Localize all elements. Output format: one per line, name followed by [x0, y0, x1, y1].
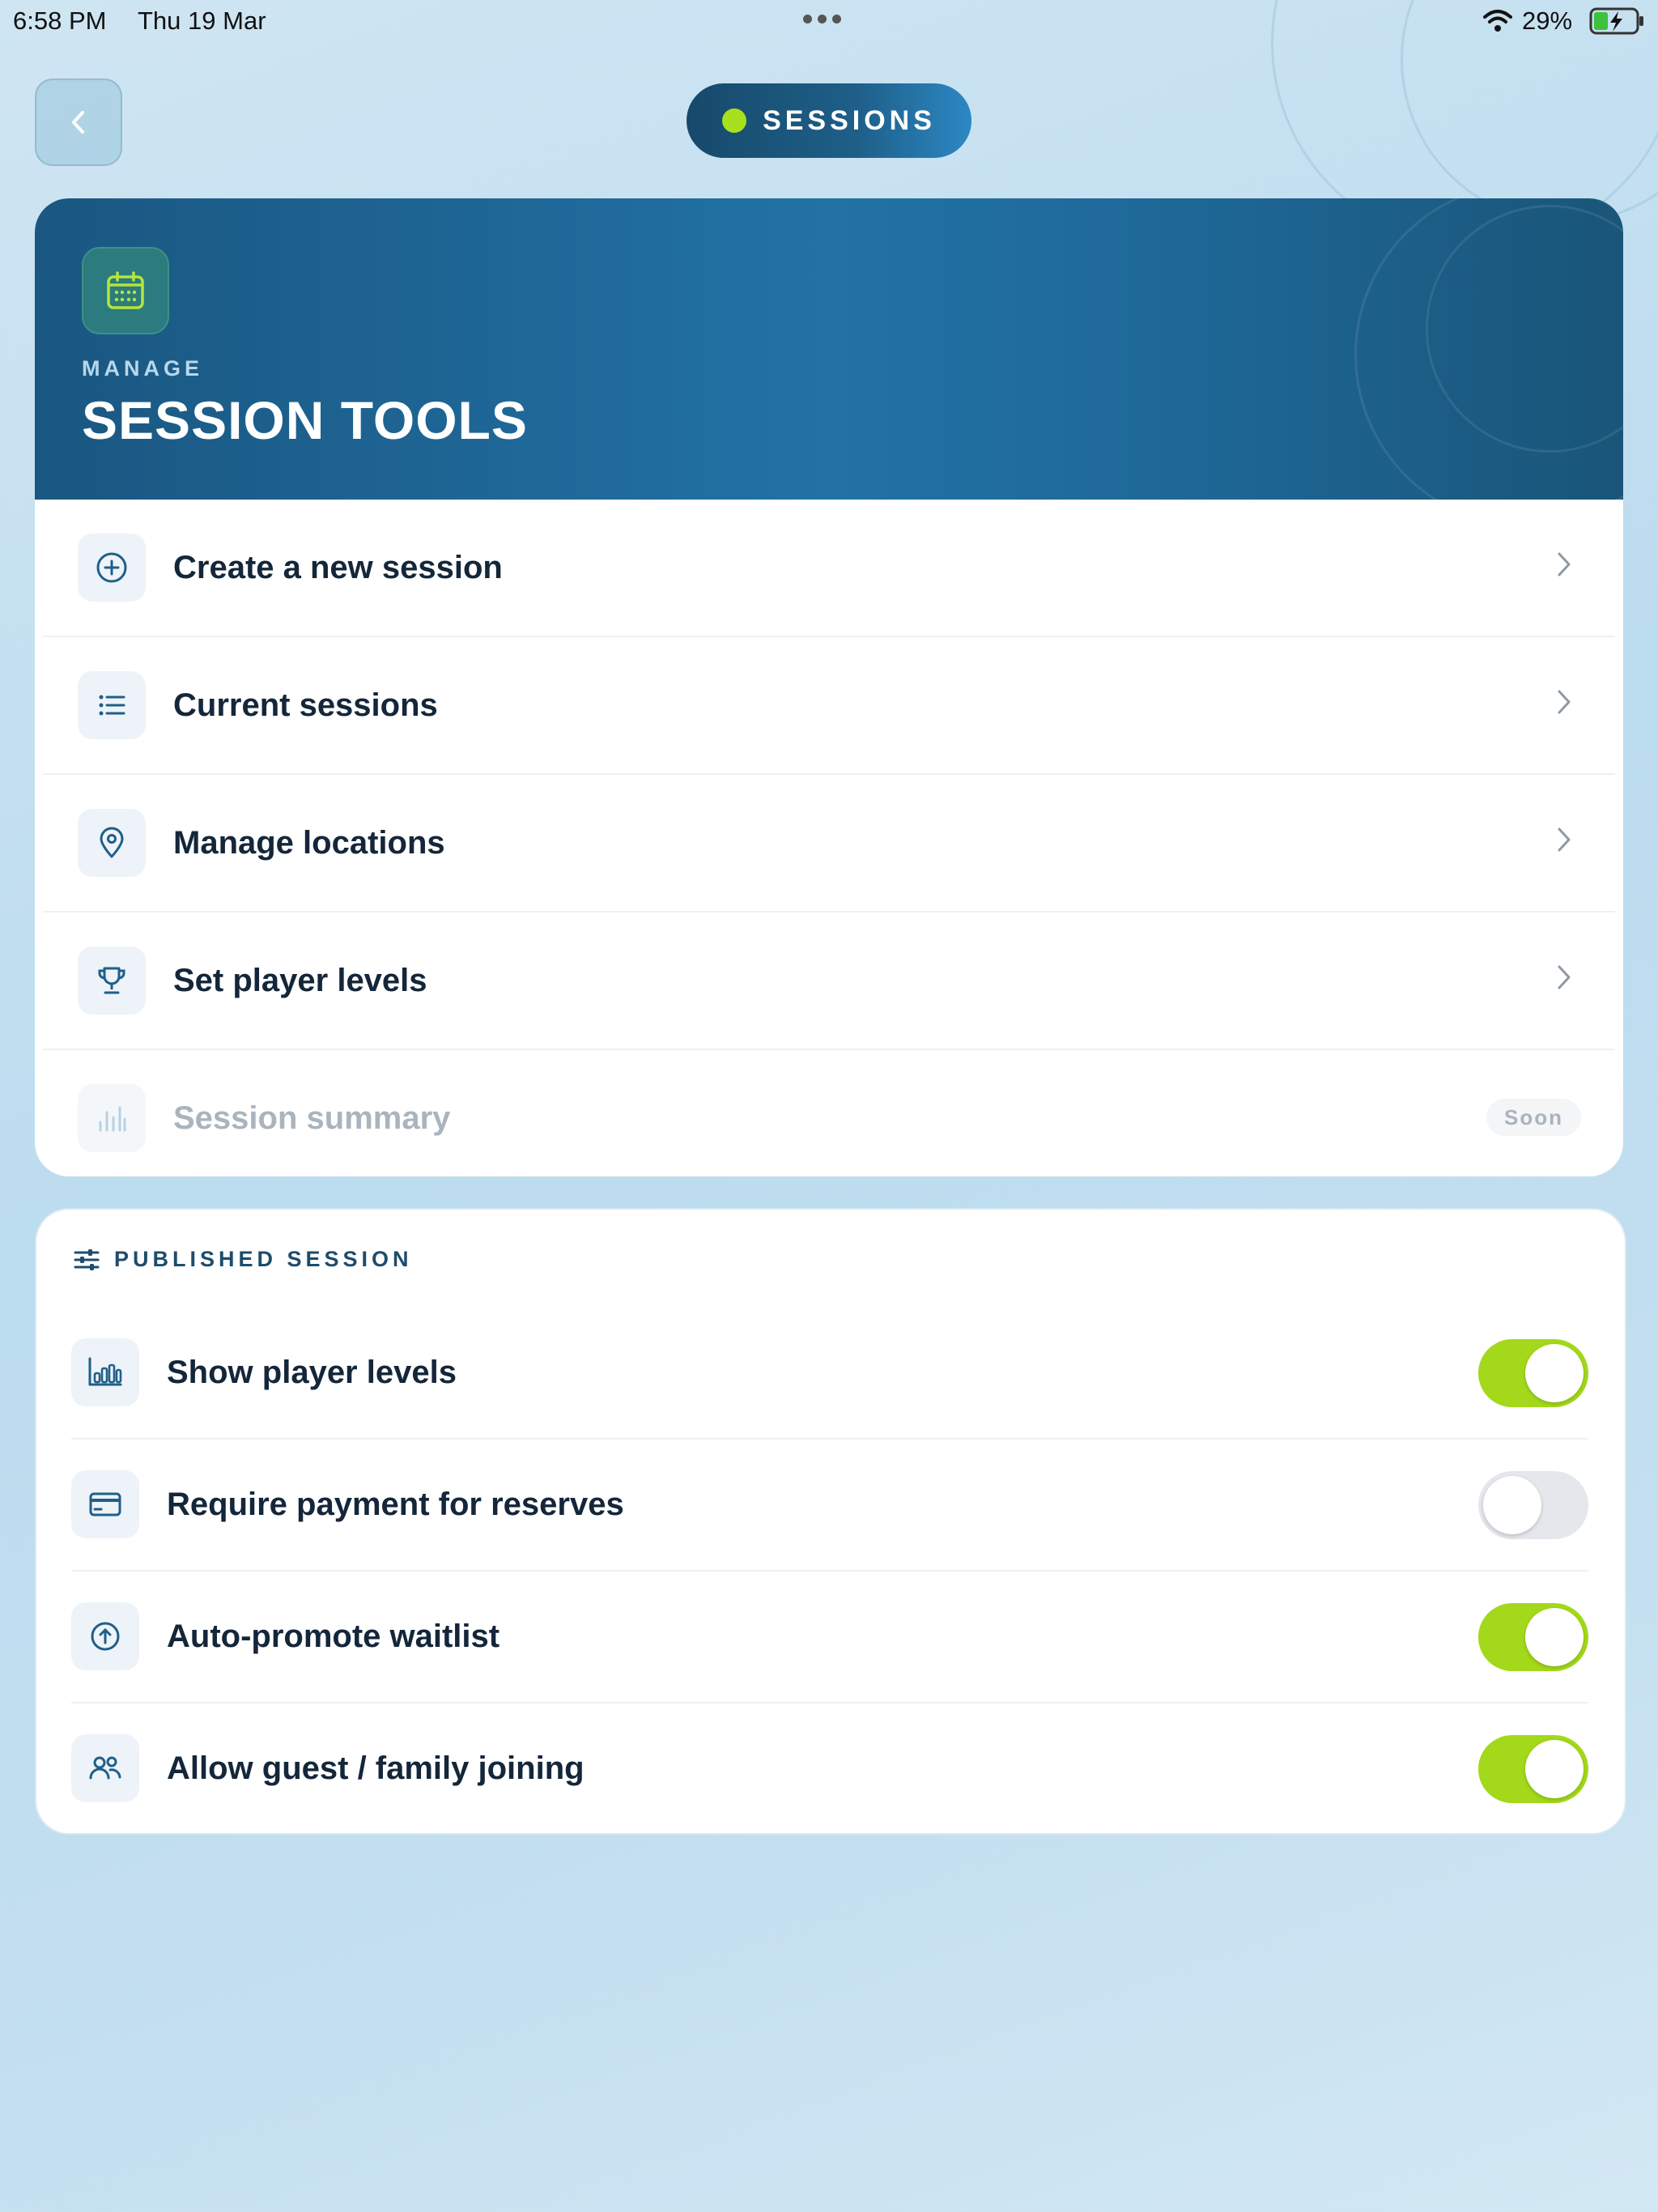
calendar-icon	[82, 247, 169, 334]
chevron-right-icon	[1558, 552, 1571, 576]
row-label: Set player levels	[173, 962, 427, 998]
battery-percentage: 29%	[1522, 6, 1573, 35]
auto-promote-toggle[interactable]	[1478, 1603, 1588, 1671]
bar-chart-icon	[78, 1084, 146, 1152]
session-summary-row: Session summary Soon	[43, 1050, 1615, 1176]
row-label: Show player levels	[167, 1354, 457, 1390]
sliders-icon	[74, 1249, 100, 1270]
pill-label: SESSIONS	[763, 104, 936, 136]
toggle-knob	[1483, 1476, 1541, 1534]
manage-locations-row[interactable]: Manage locations	[43, 775, 1615, 912]
trophy-icon	[78, 946, 146, 1015]
battery-charging-icon	[1589, 7, 1643, 35]
header-kicker: MANAGE	[82, 356, 203, 381]
setting-show-player-levels: Show player levels	[71, 1307, 1588, 1440]
toggle-knob	[1525, 1344, 1584, 1402]
section-header: PUBLISHED SESSION	[74, 1247, 413, 1272]
back-button[interactable]	[35, 79, 122, 166]
current-sessions-row[interactable]: Current sessions	[43, 637, 1615, 775]
status-time: 6:58 PM	[13, 6, 107, 35]
setting-auto-promote: Auto-promote waitlist	[71, 1571, 1588, 1704]
set-player-levels-row[interactable]: Set player levels	[43, 912, 1615, 1050]
row-label: Require payment for reserves	[167, 1486, 624, 1522]
chevron-right-icon	[1558, 690, 1571, 714]
section-title: PUBLISHED SESSION	[114, 1247, 413, 1271]
users-icon	[71, 1734, 139, 1802]
arrow-up-circle-icon	[71, 1602, 139, 1670]
status-bar: 6:58 PM Thu 19 Mar 29%	[0, 0, 1658, 42]
list-icon	[78, 671, 146, 739]
row-label: Manage locations	[173, 824, 445, 861]
allow-guest-toggle[interactable]	[1478, 1735, 1588, 1803]
published-session-card: PUBLISHED SESSION Show player levels Req…	[35, 1208, 1626, 1835]
plus-circle-icon	[78, 534, 146, 602]
show-player-levels-toggle[interactable]	[1478, 1339, 1588, 1407]
wifi-icon	[1483, 10, 1512, 32]
status-dot	[722, 108, 747, 133]
status-date: Thu 19 Mar	[138, 6, 266, 35]
toggle-knob	[1525, 1608, 1584, 1666]
setting-allow-guest: Allow guest / family joining	[71, 1703, 1588, 1833]
row-label: Auto-promote waitlist	[167, 1618, 500, 1654]
soon-badge: Soon	[1486, 1099, 1581, 1136]
require-payment-toggle[interactable]	[1478, 1471, 1588, 1539]
chevron-left-icon	[72, 111, 84, 134]
session-tools-header: MANAGE SESSION TOOLS	[35, 198, 1623, 500]
row-label: Session summary	[173, 1100, 451, 1136]
map-pin-icon	[78, 809, 146, 877]
setting-require-payment: Require payment for reserves	[71, 1439, 1588, 1572]
row-label: Create a new session	[173, 549, 503, 585]
row-label: Allow guest / family joining	[167, 1750, 585, 1786]
session-tools-card: MANAGE SESSION TOOLS Create a new sessio…	[35, 198, 1623, 1176]
multitasking-dots-icon[interactable]	[803, 15, 841, 23]
row-label: Current sessions	[173, 687, 438, 723]
toggle-knob	[1525, 1740, 1584, 1798]
credit-card-icon	[71, 1470, 139, 1538]
chevron-right-icon	[1558, 827, 1571, 852]
sessions-pill: SESSIONS	[687, 83, 971, 158]
bar-chart-icon	[71, 1338, 139, 1406]
page-title: SESSION TOOLS	[82, 390, 528, 450]
create-session-row[interactable]: Create a new session	[43, 500, 1615, 637]
chevron-right-icon	[1558, 965, 1571, 989]
